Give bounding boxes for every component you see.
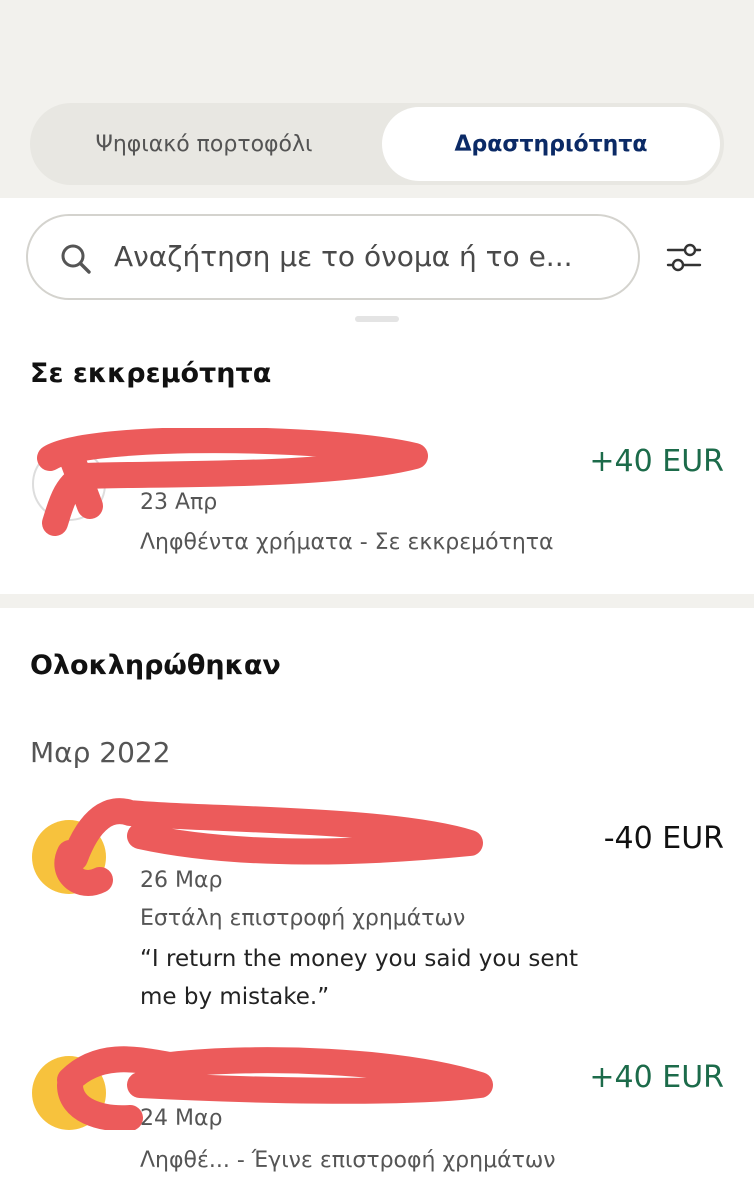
avatar [32,820,106,894]
search-input[interactable]: Αναζήτηση με το όνομα ή το e... [26,214,640,300]
section-title-pending: Σε εκκρεμότητα [30,358,272,389]
transaction-date: 26 Μαρ [140,868,223,893]
transaction-status: Εστάλη επιστροφή χρημάτων [140,906,466,931]
search-placeholder: Αναζήτηση με το όνομα ή το e... [114,240,573,273]
transaction-amount: +40 EUR [589,444,724,479]
filter-sliders-icon[interactable] [664,238,704,278]
scroll-indicator [355,316,399,322]
top-bar: Ψηφιακό πορτοφόλι Δραστηριότητα [0,0,754,198]
transaction-amount: -40 EUR [603,821,724,856]
transaction-status: Ληφθέ... - Έγινε επιστροφή χρημάτων [140,1148,556,1173]
month-header: Μαρ 2022 [30,736,171,769]
transaction-note: “I return the money you said you sent me… [140,946,579,1010]
section-divider [0,594,754,608]
section-title-completed: Ολοκληρώθηκαν [30,650,281,681]
tab-activity[interactable]: Δραστηριότητα [382,107,720,181]
avatar [32,447,106,521]
avatar [32,1056,106,1130]
transaction-date: 23 Απρ [140,490,218,515]
redaction-scribble [57,1046,493,1130]
redaction-scribble [54,798,483,896]
transaction-amount: +40 EUR [589,1060,724,1095]
transaction-date: 24 Μαρ [140,1106,223,1131]
tab-digital-wallet[interactable]: Ψηφιακό πορτοφόλι [34,107,374,181]
transaction-status: Ληφθέντα χρήματα - Σε εκκρεμότητα [140,530,554,555]
tab-switcher: Ψηφιακό πορτοφόλι Δραστηριότητα [30,103,724,185]
search-icon [61,244,91,274]
